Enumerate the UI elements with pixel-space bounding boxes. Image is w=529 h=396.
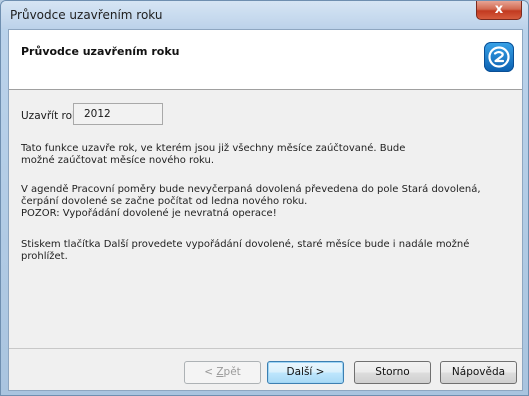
back-button[interactable]: < Zpět	[184, 361, 261, 384]
next-button[interactable]: Další >	[267, 361, 344, 384]
close-button[interactable]: x	[476, 1, 522, 20]
wizard-header: Průvodce uzavřením roku	[9, 30, 522, 90]
close-icon: x	[494, 2, 504, 17]
title-bar[interactable]: Průvodce uzavřením roku x	[1, 1, 528, 29]
back-button-rest: pět	[223, 366, 241, 378]
page-title: Průvodce uzavřením roku	[21, 45, 180, 58]
year-label: Uzavřít rok	[21, 110, 79, 122]
app-logo-icon	[484, 42, 514, 72]
info-paragraph-2: V agendě Pracovní poměry bude nevyčerpan…	[21, 184, 481, 207]
wizard-body: Uzavřít rok 2012 Tato funkce uzavře rok,…	[9, 91, 522, 347]
warning-paragraph: POZOR: Vypořádání dovolené je nevratná o…	[21, 208, 277, 219]
back-button-hotkey: Z	[216, 366, 224, 378]
cancel-button[interactable]: Storno	[354, 361, 431, 384]
help-button[interactable]: Nápověda	[440, 361, 517, 384]
button-bar: < Zpět Další > Storno Nápověda	[9, 348, 522, 390]
info-paragraph-3: Stiskem tlačítka Další provedete vypořád…	[21, 239, 470, 262]
back-button-prefix: <	[204, 366, 217, 378]
info-paragraph-1: Tato funkce uzavře rok, ve kterém jsou j…	[21, 143, 406, 166]
dialog-client-area: Průvodce uzavřením roku Uzavřít rok 2012…	[8, 29, 523, 391]
wizard-window: Průvodce uzavřením roku x Průvodce uzavř…	[0, 0, 529, 396]
year-field: 2012	[73, 103, 163, 125]
window-title: Průvodce uzavřením roku	[10, 8, 163, 22]
